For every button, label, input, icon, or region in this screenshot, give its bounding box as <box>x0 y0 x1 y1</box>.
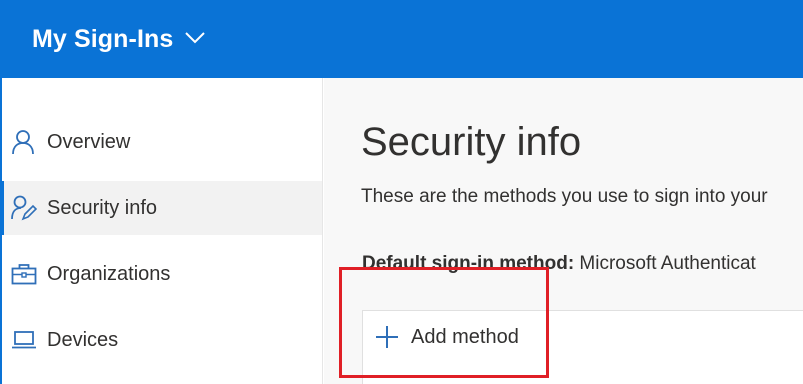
app-title: My Sign-Ins <box>32 24 174 53</box>
person-icon <box>11 129 37 155</box>
default-method-label: Default sign-in method: <box>362 253 575 274</box>
sidebar-nav: Overview Security info Organizations Dev… <box>0 78 323 384</box>
page-title: Security info <box>361 120 582 164</box>
sidebar-item-label: Organizations <box>47 262 171 285</box>
briefcase-icon <box>11 261 37 287</box>
sidebar-item-label: Overview <box>47 130 131 153</box>
sidebar-item-overview[interactable]: Overview <box>0 115 322 169</box>
plus-icon <box>375 325 399 349</box>
page-description: These are the methods you use to sign in… <box>361 186 768 207</box>
laptop-icon <box>11 327 37 353</box>
default-sign-in-method: Default sign-in method: Microsoft Authen… <box>362 253 756 275</box>
app-window: My Sign-Ins Overview Security info Organ… <box>0 0 803 384</box>
app-title-switcher[interactable]: My Sign-Ins <box>32 24 206 54</box>
sidebar-item-label: Security info <box>47 196 158 219</box>
sidebar-item-devices[interactable]: Devices <box>0 313 322 367</box>
window-edge-accent <box>0 0 2 384</box>
top-header-bar: My Sign-Ins <box>0 0 803 78</box>
sidebar-item-organizations[interactable]: Organizations <box>0 247 322 301</box>
sidebar-item-label: Devices <box>47 328 119 351</box>
sidebar-item-security-info[interactable]: Security info <box>0 181 322 235</box>
default-method-value: Microsoft Authenticat <box>574 253 756 274</box>
add-method-label: Add method <box>411 325 519 348</box>
chevron-down-icon <box>185 32 206 44</box>
person-edit-icon <box>11 195 37 221</box>
add-method-button[interactable]: Add method <box>375 325 519 349</box>
